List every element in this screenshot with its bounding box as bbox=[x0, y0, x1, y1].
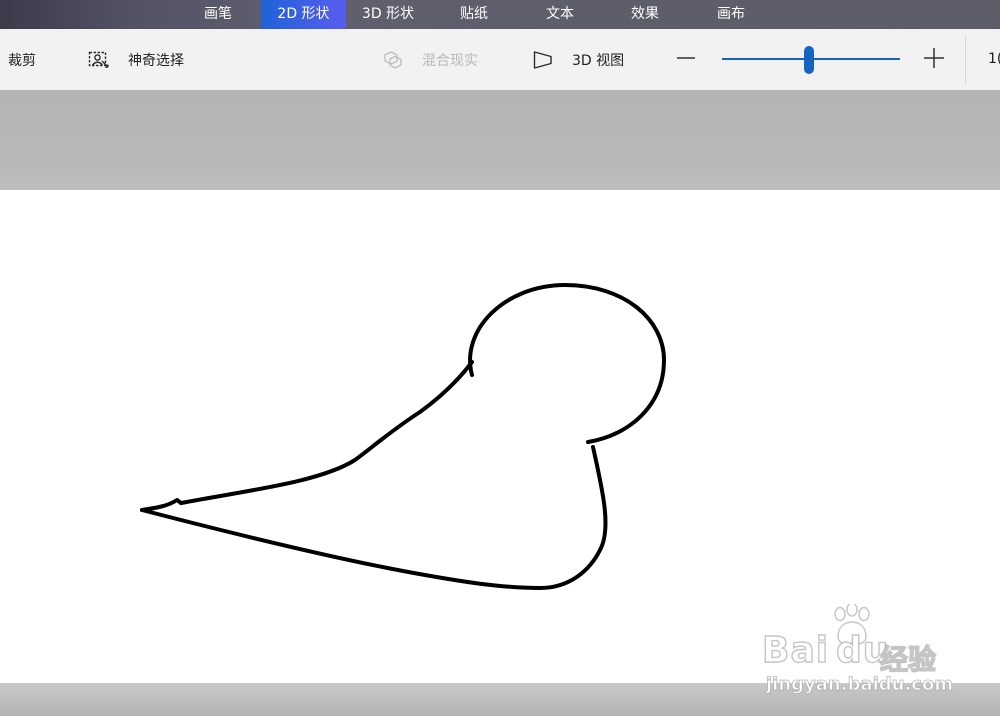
3d-view-label: 3D 视图 bbox=[572, 52, 625, 69]
crop-label: 裁剪 bbox=[8, 52, 36, 69]
tab-stickers[interactable]: 贴纸 bbox=[446, 0, 502, 29]
minus-icon bbox=[676, 48, 696, 72]
plus-icon bbox=[923, 47, 945, 73]
drawn-head-stroke bbox=[468, 283, 666, 444]
tab-canvas[interactable]: 画布 bbox=[703, 0, 759, 29]
crop-button[interactable]: 裁剪 bbox=[8, 29, 36, 90]
tab-2d-shapes[interactable]: 2D 形状 bbox=[261, 0, 346, 29]
tab-3d-shapes[interactable]: 3D 形状 bbox=[349, 0, 427, 29]
person-selection-icon bbox=[88, 49, 110, 71]
3d-view-plane-icon bbox=[532, 49, 554, 71]
3d-view-button[interactable]: 3D 视图 bbox=[532, 29, 624, 90]
mixed-reality-label: 混合现实 bbox=[422, 52, 478, 69]
drawn-upper-body-stroke bbox=[179, 360, 474, 505]
mixed-reality-cubes-icon bbox=[382, 49, 404, 71]
magic-select-button[interactable]: 神奇选择 bbox=[88, 29, 184, 90]
paint-3d-window: 画笔 2D 形状 3D 形状 贴纸 文本 效果 画布 裁剪 神奇选择 混合现实 … bbox=[0, 0, 1000, 716]
tab-effects[interactable]: 效果 bbox=[617, 0, 673, 29]
zoom-in-button[interactable] bbox=[920, 29, 948, 90]
magic-select-label: 神奇选择 bbox=[128, 52, 184, 69]
zoom-slider-thumb[interactable] bbox=[804, 46, 815, 74]
drawing-svg bbox=[140, 283, 666, 590]
zoom-percentage[interactable]: 1( bbox=[988, 29, 1000, 90]
mixed-reality-button[interactable]: 混合现实 bbox=[382, 29, 478, 90]
workspace-bottom-bar bbox=[0, 683, 1000, 716]
drawn-beak-stroke bbox=[140, 498, 183, 512]
tab-bar: 画笔 2D 形状 3D 形状 贴纸 文本 效果 画布 bbox=[0, 0, 1000, 29]
tab-brushes[interactable]: 画笔 bbox=[190, 0, 246, 29]
zoom-divider bbox=[965, 35, 966, 85]
tab-text[interactable]: 文本 bbox=[532, 0, 588, 29]
drawn-lower-body-stroke bbox=[140, 445, 608, 590]
zoom-slider[interactable] bbox=[722, 29, 900, 90]
toolbar: 裁剪 神奇选择 混合现实 3D 视图 1 bbox=[0, 29, 1000, 91]
drawing-canvas[interactable] bbox=[0, 190, 1000, 683]
workspace-background bbox=[0, 90, 1000, 190]
zoom-out-button[interactable] bbox=[672, 29, 700, 90]
